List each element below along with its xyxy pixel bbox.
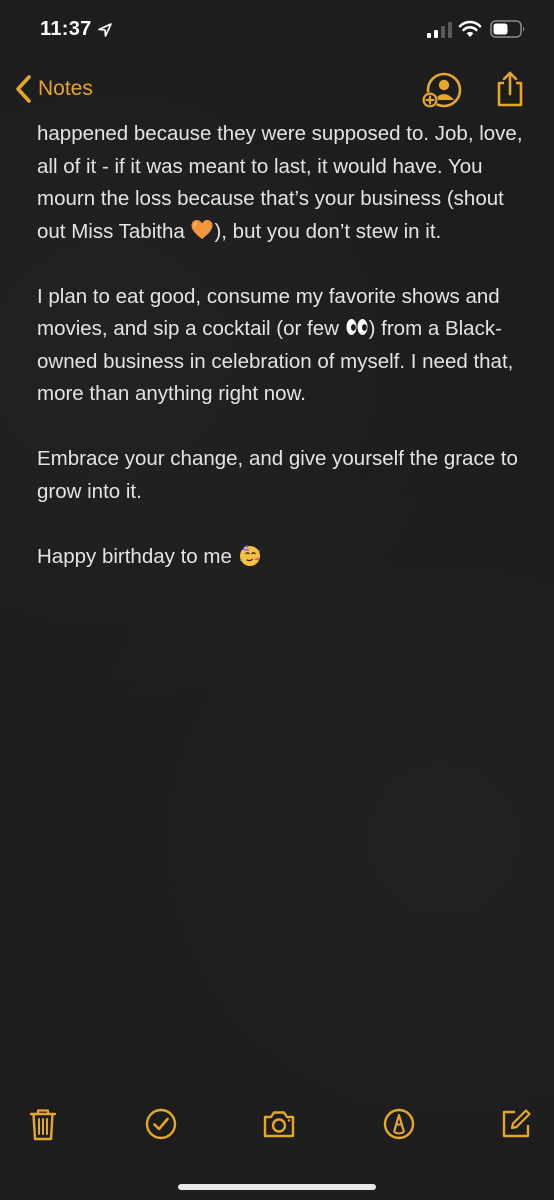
add-person-icon[interactable]	[420, 70, 462, 110]
cellular-signal-icon	[427, 22, 452, 38]
checklist-icon[interactable]	[143, 1106, 179, 1142]
note-text: ), but you don’t stew in it.	[214, 219, 442, 243]
note-paragraph: Happy birthday to me	[37, 541, 527, 574]
share-icon[interactable]	[494, 70, 526, 108]
camera-icon[interactable]	[261, 1106, 297, 1142]
back-button-label: Notes	[38, 77, 93, 100]
note-paragraph: happened because they were supposed to. …	[37, 118, 527, 248]
markup-icon[interactable]	[381, 1106, 417, 1142]
partying-face-icon	[239, 544, 260, 566]
note-paragraph: Embrace your change, and give yourself t…	[37, 443, 527, 508]
wifi-icon	[458, 20, 482, 37]
note-body[interactable]: happened because they were supposed to. …	[37, 118, 527, 606]
status-time: 11:37	[40, 18, 92, 40]
eyes-icon	[346, 319, 368, 335]
trash-icon[interactable]	[25, 1106, 61, 1142]
note-text: Embrace your change, and give yourself t…	[37, 447, 518, 503]
status-bar: 11:37	[0, 0, 554, 60]
back-button[interactable]: Notes	[14, 72, 93, 106]
battery-icon	[490, 20, 525, 38]
orange-heart-icon	[191, 219, 213, 239]
nav-bar: Notes	[0, 62, 554, 118]
note-paragraph: I plan to eat good, consume my favorite …	[37, 281, 527, 411]
chevron-left-icon	[16, 75, 31, 103]
home-indicator	[178, 1184, 376, 1190]
note-text: Happy birthday to me	[37, 544, 238, 568]
bottom-toolbar	[0, 1100, 554, 1150]
location-arrow-icon	[98, 23, 112, 37]
compose-icon[interactable]	[498, 1106, 534, 1142]
